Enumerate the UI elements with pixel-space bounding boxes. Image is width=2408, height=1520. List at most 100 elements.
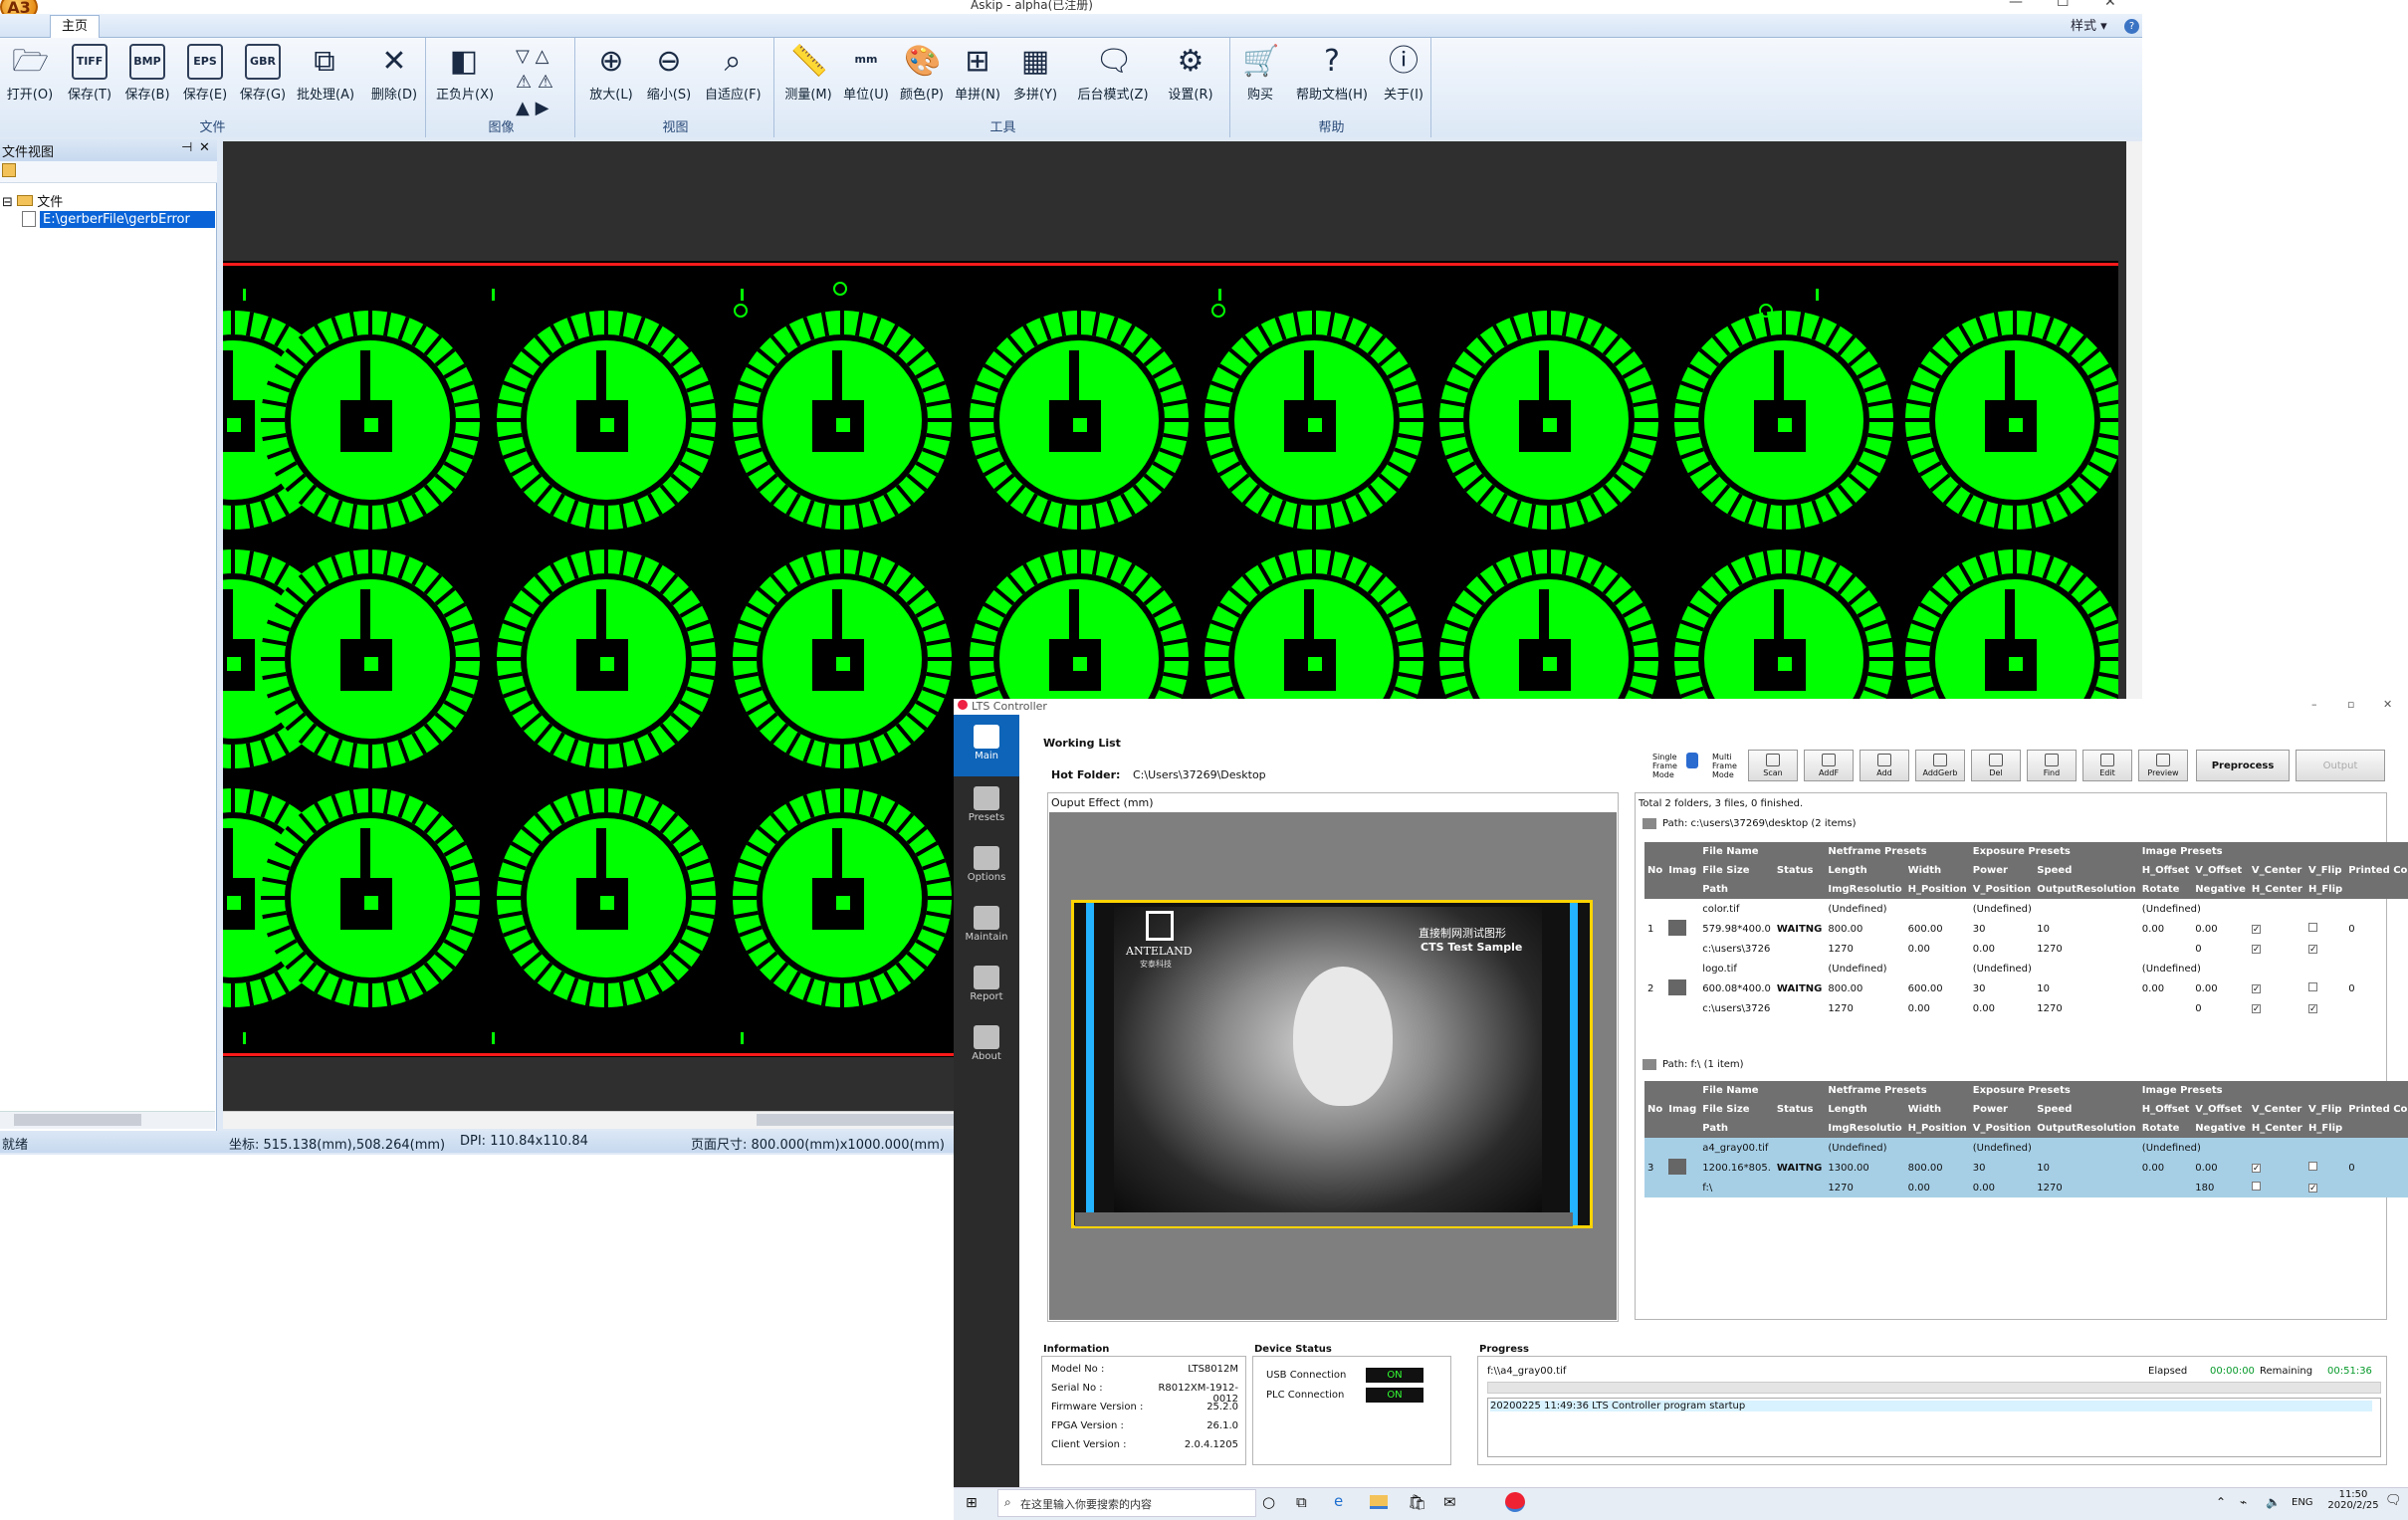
mail-icon[interactable]: ✉ (1443, 1493, 1456, 1511)
color-button[interactable]: 🎨 颜色(P) (894, 44, 950, 103)
folder-icon[interactable] (2, 163, 16, 177)
checkbox[interactable]: ✓ (2307, 1003, 2317, 1013)
unit-button[interactable]: mm 单位(U) (838, 44, 894, 103)
delete-button[interactable]: ✕ 删除(D) (366, 44, 422, 103)
zoom-out-button[interactable]: ⊖ 缩小(S) (641, 44, 697, 103)
find-button[interactable]: Find (2027, 750, 2077, 781)
checkbox[interactable]: ✓ (2251, 983, 2261, 993)
col-exposure: Exposure Presets (1969, 842, 2139, 861)
tray-chevron-icon[interactable]: ⌃ (2216, 1495, 2226, 1509)
checkbox[interactable]: ✓ (2251, 1163, 2261, 1173)
table-row[interactable]: c:\users\3726 1270 0.00 0.00 1270 0 ✓ ✓ (1644, 998, 2408, 1018)
tree-root[interactable]: ⊟ 文件 (2, 191, 63, 210)
scroll-thumb[interactable] (14, 1114, 141, 1126)
preprocess-button[interactable]: Preprocess (2196, 750, 2290, 781)
tree-item-gerber-file[interactable]: E:\gerberFile\gerbError (40, 211, 215, 228)
help-doc-button[interactable]: ? 帮助文档(H) (1294, 44, 1370, 103)
settings-button[interactable]: ⚙ 设置(R) (1163, 44, 1218, 103)
checkbox[interactable]: ✓ (2307, 1183, 2317, 1193)
preview-button[interactable]: Preview (2138, 750, 2188, 781)
flip-rotate-icons[interactable]: ▽ △ ⚠ ⚠ ▲ ▶ (516, 44, 553, 121)
nav-presets[interactable]: Presets (954, 786, 1019, 823)
network-icon[interactable]: ⌁ (2240, 1495, 2247, 1509)
pin-icon[interactable]: ⊣ (181, 140, 192, 155)
single-panel-button[interactable]: ⊞ 单拼(N) (950, 44, 1005, 103)
file-explorer-icon[interactable] (1370, 1495, 1388, 1509)
scan-button[interactable]: Scan (1748, 750, 1798, 781)
zoom-in-button[interactable]: ⊕ 放大(L) (583, 44, 639, 103)
help-icon[interactable]: ? (2124, 19, 2139, 34)
batch-button[interactable]: ⧉ 批处理(A) (297, 44, 354, 103)
negative-button[interactable]: ◧ 正负片(X) (436, 44, 494, 103)
table-row[interactable]: 2 logo.tif WAITNG (Undefined) (Undefined) (Un… (1644, 959, 2408, 995)
table-row[interactable]: 600.08*400.0 800.00 600.00 30 10 0.00 0.00 ✓ (1644, 978, 2408, 998)
table-row[interactable]: f:\ 1270 0.00 0.00 1270 180 ✓ (1644, 1178, 2408, 1197)
tab-home[interactable]: 主页 (50, 15, 100, 39)
close-icon[interactable]: ✕ (2383, 698, 2392, 711)
maximize-icon[interactable]: ▫ (2347, 698, 2354, 711)
table-row[interactable]: 1 color.tif WAITNG (Undefined) (Undefined) (U… (1644, 899, 2408, 936)
measure-button[interactable]: 📏 测量(M) (780, 44, 836, 103)
folder-path[interactable]: Path: f:\ (1 item) (1662, 1059, 1744, 1070)
maximize-icon[interactable]: ☐ (2057, 0, 2070, 10)
checkbox[interactable]: ✓ (2251, 924, 2261, 934)
language-indicator[interactable]: ENG (2292, 1497, 2313, 1508)
nav-about[interactable]: About (954, 1025, 1019, 1062)
minimize-icon[interactable]: – (2311, 698, 2317, 711)
checkbox[interactable]: ✓ (2251, 944, 2261, 954)
frame-mode-toggle[interactable] (1686, 753, 1698, 768)
store-icon[interactable]: 🛍 (1408, 1493, 1426, 1511)
output-button[interactable]: Output (2296, 750, 2385, 781)
nav-main[interactable]: Main (954, 715, 1019, 776)
table-row[interactable]: 3 a4_gray00.tif WAITNG (Undefined) (Undefine… (1644, 1138, 2408, 1197)
addgerb-button[interactable]: AddGerb (1915, 750, 1965, 781)
hot-folder-value[interactable]: C:\Users\37269\Desktop (1133, 768, 1266, 781)
checkbox[interactable] (2307, 982, 2317, 991)
cortana-icon[interactable]: ○ (1262, 1493, 1275, 1511)
nav-report[interactable]: Report (954, 966, 1019, 1002)
taskbar-search[interactable]: ⌕ 在这里输入你要搜索的内容 (997, 1489, 1256, 1517)
ribbon-group-help: 🛒 购买 ? 帮助文档(H) ⓘ 关于(I) 帮助 (1232, 38, 1431, 137)
nav-options[interactable]: Options (954, 846, 1019, 883)
lts-taskbar-icon[interactable] (1505, 1492, 1525, 1512)
style-menu[interactable]: 样式 ▾ (2071, 15, 2107, 34)
clock[interactable]: 11:50 2020/2/25 (2323, 1489, 2383, 1511)
checkbox[interactable]: ✓ (2307, 944, 2317, 954)
close-panel-icon[interactable]: ✕ (199, 140, 210, 155)
buy-button[interactable]: 🛒 购买 (1232, 44, 1288, 103)
table-cell: ✓ (2304, 1178, 2346, 1197)
delete-button[interactable]: Del (1971, 750, 2021, 781)
zoom-fit-button[interactable]: ⌕ 自适应(F) (705, 44, 762, 103)
table-row[interactable]: c:\users\3726 1270 0.00 0.00 1270 0 ✓ ✓ (1644, 939, 2408, 959)
nav-maintain[interactable]: Maintain (954, 906, 1019, 943)
checkbox[interactable] (2251, 1182, 2261, 1191)
open-button[interactable]: 🗁 打开(O) (2, 44, 58, 103)
save-eps-button[interactable]: EPS 保存(E) (177, 44, 233, 103)
add-button[interactable]: Add (1860, 750, 1909, 781)
collapse-icon[interactable]: ⊟ (2, 195, 13, 210)
checkbox[interactable]: ✓ (2251, 1003, 2261, 1013)
checkbox[interactable] (2307, 1162, 2317, 1171)
background-mode-button[interactable]: 🗨 后台模式(Z) (1075, 44, 1151, 103)
about-button[interactable]: ⓘ 关于(I) (1376, 44, 1431, 103)
save-gbr-button[interactable]: GBR 保存(G) (235, 44, 291, 103)
edge-icon[interactable]: e (1334, 1492, 1343, 1510)
ribbon-group-view: ⊕ 放大(L) ⊖ 缩小(S) ⌕ 自适应(F) 视图 (577, 38, 774, 137)
log-box[interactable]: 20200225 11:49:36 LTS Controller program… (1487, 1398, 2381, 1457)
close-icon[interactable]: ✕ (2104, 0, 2116, 10)
table-row[interactable]: 579.98*400.0 800.00 600.00 30 10 0.00 0.00 ✓ (1644, 919, 2408, 939)
table-row[interactable]: 1200.16*805. 1300.00 800.00 30 10 0.00 0.00 ✓ (1644, 1158, 2408, 1178)
edit-button[interactable]: Edit (2082, 750, 2132, 781)
volume-icon[interactable]: 🔈 (2266, 1495, 2281, 1509)
windows-start-icon[interactable]: ⊞ (966, 1495, 978, 1511)
save-tiff-button[interactable]: TIFF 保存(T) (62, 44, 117, 103)
task-view-icon[interactable]: ⧉ (1296, 1493, 1307, 1511)
minimize-icon[interactable]: — (2009, 0, 2023, 10)
checkbox[interactable] (2307, 923, 2317, 932)
device-status-title: Device Status (1254, 1344, 1332, 1355)
multi-panel-button[interactable]: ▦ 多拼(Y) (1007, 44, 1063, 103)
folder-path[interactable]: Path: c:\users\37269\desktop (2 items) (1662, 818, 1857, 829)
notification-icon[interactable]: 🗨 (2385, 1493, 2402, 1508)
save-bmp-button[interactable]: BMP 保存(B) (119, 44, 175, 103)
addf-button[interactable]: AddF (1804, 750, 1854, 781)
